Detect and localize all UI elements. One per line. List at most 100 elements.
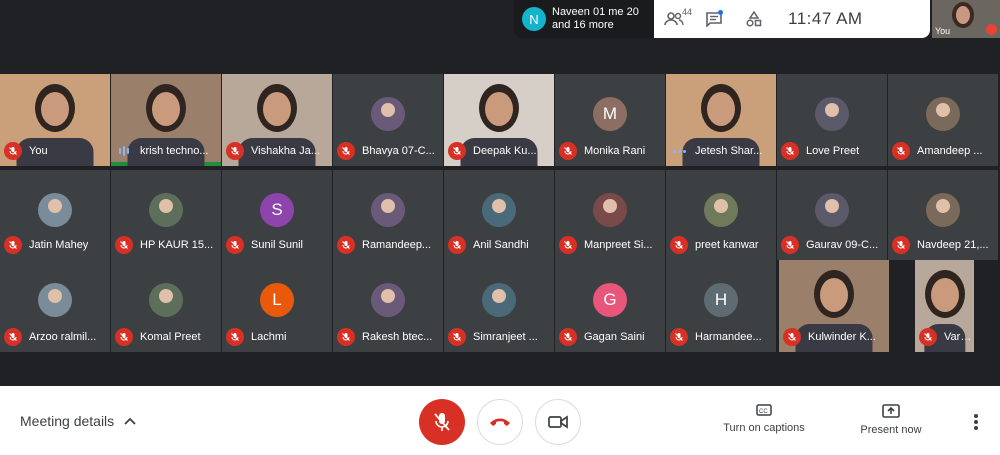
- present-now-button[interactable]: Present now: [858, 404, 924, 436]
- participant-tile[interactable]: krish techno...: [111, 74, 221, 166]
- audio-dots-icon: [670, 142, 688, 160]
- participant-tile[interactable]: Arzoo ralmil...: [0, 260, 110, 352]
- meeting-details-button[interactable]: Meeting details: [20, 413, 136, 429]
- participant-tile[interactable]: You: [0, 74, 110, 166]
- participant-name: Varinder pab...: [944, 331, 972, 343]
- participant-tile[interactable]: Navdeep 21,...: [888, 170, 998, 260]
- speaking-indicator-icon: [115, 142, 133, 160]
- participant-tile[interactable]: Rakesh btec...: [333, 260, 443, 352]
- join-notification[interactable]: N Naveen 01 me 20 and 16 more: [514, 0, 654, 38]
- participant-tile[interactable]: preet kanwar: [666, 170, 776, 260]
- participant-name-bar: preet kanwar: [670, 235, 774, 255]
- participant-video-face: [930, 278, 959, 312]
- participant-name-bar: Monika Rani: [559, 141, 663, 161]
- participant-tile[interactable]: Love Preet: [777, 74, 887, 166]
- participant-video-face: [41, 92, 69, 126]
- participant-video-face: [820, 278, 848, 312]
- mic-off-icon: [919, 328, 937, 346]
- mic-toggle-button[interactable]: [419, 399, 465, 445]
- mic-off-icon: [434, 413, 450, 431]
- participant-name-bar: Jetesh Shar...: [670, 141, 774, 161]
- self-view-label: You: [935, 26, 951, 36]
- participant-tile[interactable]: Deepak Ku...: [444, 74, 554, 166]
- mic-off-icon: [337, 142, 355, 160]
- participant-tile[interactable]: HP KAUR 15...: [111, 170, 221, 260]
- chat-button[interactable]: [694, 0, 734, 38]
- participant-avatar: [149, 283, 183, 318]
- leave-call-button[interactable]: [477, 399, 523, 445]
- participant-name-bar: Manpreet Si...: [559, 235, 663, 255]
- participant-avatar: L: [260, 283, 294, 318]
- participant-name: Manpreet Si...: [584, 239, 653, 251]
- participant-name: Anil Sandhi: [473, 239, 529, 251]
- mic-off-icon: [783, 328, 801, 346]
- participant-tile[interactable]: M Monika Rani: [555, 74, 665, 166]
- participant-name: Komal Preet: [140, 331, 201, 343]
- participant-name: Lachmi: [251, 331, 287, 343]
- participant-name: Navdeep 21,...: [917, 239, 989, 251]
- participant-name-bar: You: [4, 141, 108, 161]
- participant-name: Rakesh btec...: [362, 331, 433, 343]
- more-options-button[interactable]: [966, 412, 986, 432]
- participant-tile[interactable]: Gaurav 09-C...: [777, 170, 887, 260]
- self-view-tile[interactable]: You: [932, 0, 1000, 38]
- participant-tile[interactable]: Komal Preet: [111, 260, 221, 352]
- mic-off-icon: [115, 328, 133, 346]
- camera-icon: [548, 415, 568, 429]
- people-button[interactable]: 44: [654, 0, 694, 38]
- participant-avatar: H: [704, 283, 738, 318]
- participant-avatar: M: [593, 97, 627, 132]
- participant-tile[interactable]: Jetesh Shar...: [666, 74, 776, 166]
- captions-button[interactable]: CC Turn on captions: [722, 404, 806, 434]
- participant-name: Jatin Mahey: [29, 239, 89, 251]
- participant-avatar: [149, 192, 183, 227]
- mic-off-icon: [559, 236, 577, 254]
- mic-off-icon: [337, 328, 355, 346]
- notification-line2: and 16 more: [552, 19, 614, 31]
- activities-button[interactable]: [734, 0, 774, 38]
- participant-name-bar: Navdeep 21,...: [892, 235, 996, 255]
- participant-tile[interactable]: Anil Sandhi: [444, 170, 554, 260]
- top-info-bar: 44 11:47 AM: [654, 0, 930, 38]
- notification-avatar: N: [522, 7, 546, 31]
- participant-name-bar: HP KAUR 15...: [115, 235, 219, 255]
- participant-tile[interactable]: Ramandeep...: [333, 170, 443, 260]
- participant-video-face: [263, 92, 291, 126]
- participant-name: Amandeep ...: [917, 145, 983, 157]
- participant-tile[interactable]: L Lachmi: [222, 260, 332, 352]
- more-dot: [974, 420, 978, 424]
- participant-tile[interactable]: Bhavya 07-C...: [333, 74, 443, 166]
- participant-avatar: [815, 192, 849, 227]
- participant-name-bar: Love Preet: [781, 141, 885, 161]
- participant-name: Bhavya 07-C...: [362, 145, 435, 157]
- participant-name-bar: Harmandee...: [670, 327, 774, 347]
- participant-avatar: [38, 192, 72, 227]
- participant-name: Kulwinder K...: [808, 331, 876, 343]
- participant-tile[interactable]: Amandeep ...: [888, 74, 998, 166]
- participant-avatar: [371, 97, 405, 132]
- mic-off-icon: [337, 236, 355, 254]
- participant-tile[interactable]: G Gagan Saini: [555, 260, 665, 352]
- mic-off-icon: [781, 236, 799, 254]
- participant-avatar: [38, 283, 72, 318]
- mic-off-icon: [892, 142, 910, 160]
- participant-tile[interactable]: S Sunil Sunil: [222, 170, 332, 260]
- participant-video-face: [707, 92, 735, 126]
- participant-tile[interactable]: Manpreet Si...: [555, 170, 665, 260]
- participant-tile[interactable]: Varinder pab...: [915, 260, 974, 352]
- participant-tile[interactable]: Vishakha Ja...: [222, 74, 332, 166]
- mic-off-icon: [670, 328, 688, 346]
- participant-avatar: [371, 192, 405, 227]
- participant-name-bar: Gagan Saini: [559, 327, 663, 347]
- participant-tile[interactable]: Jatin Mahey: [0, 170, 110, 260]
- participant-name-bar: Anil Sandhi: [448, 235, 552, 255]
- camera-toggle-button[interactable]: [535, 399, 581, 445]
- participant-tile[interactable]: Simranjeet ...: [444, 260, 554, 352]
- participant-name-bar: Rakesh btec...: [337, 327, 441, 347]
- participant-tile[interactable]: Kulwinder K...: [779, 260, 889, 352]
- bottom-control-bar: Meeting details CC Turn on captions Pres…: [0, 386, 1000, 455]
- chevron-up-icon: [124, 417, 136, 425]
- notification-text: Naveen 01 me 20 and 16 more: [552, 6, 639, 32]
- participant-name: Ramandeep...: [362, 239, 432, 251]
- participant-tile[interactable]: H Harmandee...: [666, 260, 776, 352]
